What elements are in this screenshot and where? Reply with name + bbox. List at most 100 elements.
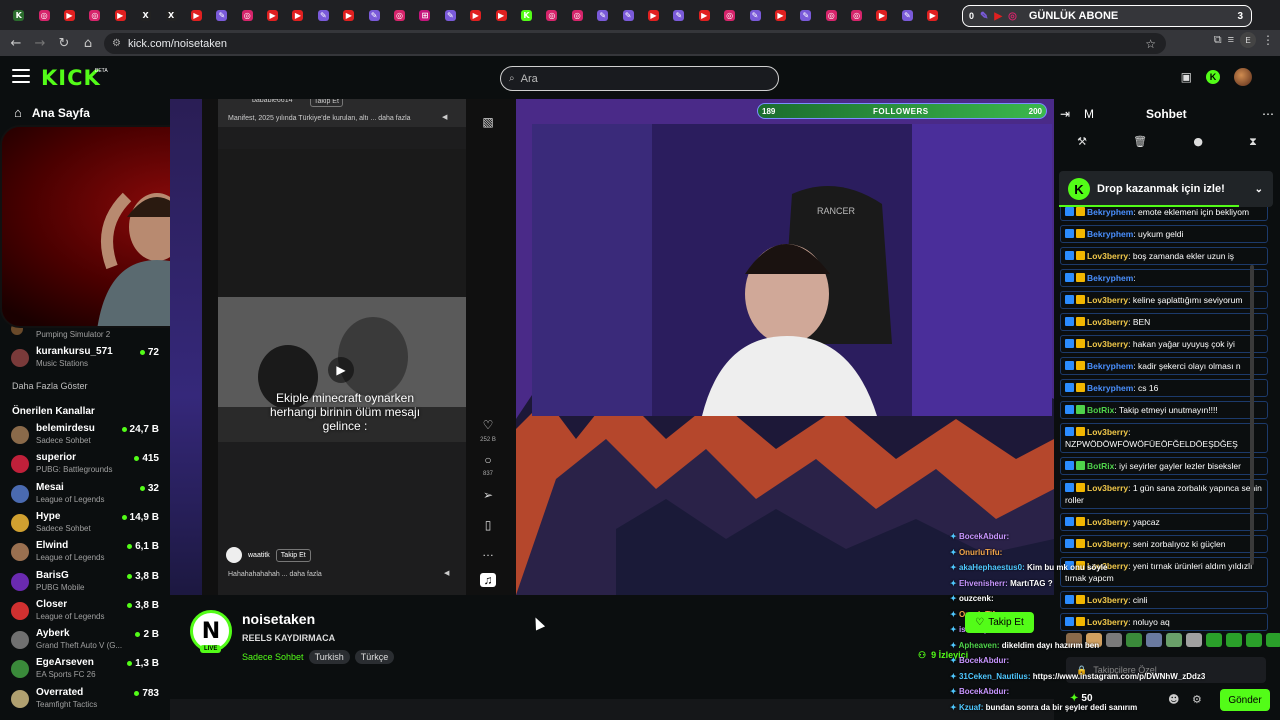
hourglass-icon[interactable]: ⧗ [1249, 135, 1257, 153]
trash-icon[interactable]: 🗑 [1133, 135, 1147, 153]
recommended-channel[interactable]: belemirdesu Sadece Sohbet 24,7 B [11, 423, 163, 451]
browser-tab[interactable]: ◎ [387, 0, 412, 30]
chat-user[interactable]: akaHephaestus0: [959, 563, 1025, 572]
browser-tab[interactable]: ✎ [590, 0, 615, 30]
chat-user[interactable]: Lov3berry [1087, 317, 1128, 327]
show-more-link[interactable]: Daha Fazla Göster [12, 381, 88, 391]
chat-bubble-icon[interactable]: ● [1193, 135, 1203, 153]
browser-tab[interactable]: ◎ [844, 0, 869, 30]
chat-user[interactable]: Lov3berry [1087, 517, 1128, 527]
browser-tab[interactable]: ▶ [920, 0, 945, 30]
chat-user[interactable]: Bekryphem [1087, 207, 1133, 217]
hammer-icon[interactable]: ⚒ [1077, 135, 1087, 153]
reel-follow-button[interactable]: Takip Et [310, 99, 343, 107]
more-dots-icon[interactable]: … [480, 545, 496, 559]
browser-tab[interactable]: ▶ [869, 0, 894, 30]
browser-tab[interactable]: ✎ [615, 0, 640, 30]
chat-user[interactable]: Lov3berry [1087, 483, 1128, 493]
follow-button[interactable]: ♡ Takip Et [965, 612, 1034, 633]
chat-user[interactable]: Kzuaf: [959, 703, 983, 712]
recommended-channel[interactable]: Mesai League of Legends 32 [11, 482, 163, 510]
settings-icon[interactable]: ⚙ [1192, 693, 1202, 706]
recommended-channel[interactable]: EgeArseven EA Sports FC 26 1,3 B [11, 657, 163, 685]
site-info-icon[interactable]: ⚙ [112, 38, 121, 49]
browser-tab[interactable]: ✎ [209, 0, 234, 30]
chat-user[interactable]: Lov3berry [1087, 427, 1128, 437]
browser-tab[interactable]: ✎ [793, 0, 818, 30]
recommended-channel[interactable]: Hype Sadece Sohbet 14,9 B [11, 511, 163, 539]
volume-icon[interactable]: ◀ [442, 113, 447, 121]
play-icon[interactable]: ▶ [328, 357, 354, 383]
browser-tab[interactable]: ▶ [260, 0, 285, 30]
chat-user[interactable]: BocekAbdur: [959, 656, 1009, 665]
collapse-chat-icon[interactable]: ⇥ [1060, 107, 1070, 121]
followed-channel[interactable]: kurankursu_571 Music Stations 72 [11, 346, 163, 374]
chat-user[interactable]: Ehvenisherr: [959, 579, 1008, 588]
browser-tab[interactable]: X [133, 0, 158, 30]
recommended-channel[interactable]: Ayberk Grand Theft Auto V (G... 2 B [11, 628, 163, 656]
bookmark-star-icon[interactable]: ☆ [1145, 37, 1156, 51]
url-bar[interactable]: ⚙ kick.com/noisetaken ☆ [104, 33, 1166, 54]
rewards-icon[interactable]: ▣ [1181, 70, 1192, 84]
chevron-down-icon[interactable]: ⌄ [1255, 184, 1263, 195]
browser-tab[interactable]: ▶ [57, 0, 82, 30]
active-tab[interactable]: 0 ✎ ▶ ◎ GÜNLÜK ABONE 3 [962, 5, 1252, 27]
browser-tab[interactable]: ◎ [819, 0, 844, 30]
kick-points-icon[interactable]: K [1206, 70, 1220, 84]
browser-tab[interactable]: ▶ [108, 0, 133, 30]
chat-user[interactable]: Bekryphem [1087, 383, 1133, 393]
browser-tab[interactable]: ✎ [311, 0, 336, 30]
stream-category[interactable]: Sadece Sohbet [242, 652, 304, 662]
chat-user[interactable]: BotRix [1087, 405, 1114, 415]
drop-banner[interactable]: K Drop kazanmak için izle! ⌄ [1059, 171, 1273, 207]
recommended-channel[interactable]: Closer League of Legends 3,8 B [11, 599, 163, 627]
browser-tab[interactable]: ▶ [184, 0, 209, 30]
search-input[interactable]: ⌕ Ara [500, 66, 779, 91]
channel-name[interactable]: noisetaken [242, 611, 315, 627]
browser-tab[interactable]: ◎ [235, 0, 260, 30]
browser-tab[interactable]: ▶ [641, 0, 666, 30]
browser-tab[interactable]: ▶ [692, 0, 717, 30]
reels-icon[interactable]: ▧ [480, 115, 496, 129]
volume-icon[interactable]: ◀ [444, 569, 449, 577]
chat-user[interactable]: Lov3berry [1087, 295, 1128, 305]
chat-scrollbar[interactable] [1250, 265, 1254, 565]
sidebar-item-home[interactable]: ⌂ Ana Sayfa [14, 105, 90, 120]
chat-user[interactable]: BocekAbdur: [959, 532, 1009, 541]
media-icon[interactable]: ≡ [1228, 34, 1234, 46]
chat-user[interactable]: OnurluTifu: [959, 548, 1002, 557]
emote-icon[interactable] [1206, 633, 1222, 647]
browser-tab[interactable]: ⊞ [412, 0, 437, 30]
tag[interactable]: Türkçe [354, 650, 395, 664]
share-icon[interactable]: ➢ [480, 488, 496, 502]
browser-tab[interactable]: ◎ [82, 0, 107, 30]
browser-tab[interactable]: K [514, 0, 539, 30]
browser-tab[interactable]: ▶ [463, 0, 488, 30]
browser-tab[interactable]: ◎ [539, 0, 564, 30]
browser-tab[interactable]: ▶ [768, 0, 793, 30]
chat-menu-icon[interactable]: ⋯ [1262, 107, 1274, 121]
extensions-icon[interactable]: ⧉ [1214, 34, 1222, 47]
chat-user[interactable]: Apheaven: [959, 641, 1000, 650]
heart-icon[interactable]: ♡ [480, 418, 496, 432]
tag[interactable]: Turkish [308, 650, 350, 664]
browser-tab[interactable]: ▶ [336, 0, 361, 30]
browser-tab[interactable]: ✎ [361, 0, 386, 30]
recommended-channel[interactable]: BarisG PUBG Mobile 3,8 B [11, 570, 163, 598]
emote-icon[interactable] [1226, 633, 1242, 647]
bookmark-icon[interactable]: ▯ [480, 518, 496, 532]
chat-user[interactable]: BocekAbdur: [959, 687, 1009, 696]
browser-tab[interactable]: ▶ [488, 0, 513, 30]
recommended-channel[interactable]: superior PUBG: Battlegrounds 415 [11, 452, 163, 480]
chat-user[interactable]: Bekryphem [1087, 229, 1133, 239]
chat-user[interactable]: ouzcenk: [959, 594, 994, 603]
recommended-channel[interactable]: Elwind League of Legends 6,1 B [11, 540, 163, 568]
browser-tab[interactable]: ◎ [565, 0, 590, 30]
comment-icon[interactable]: ○ [480, 453, 496, 467]
browser-tab[interactable]: ✎ [742, 0, 767, 30]
browser-tab[interactable]: ✎ [438, 0, 463, 30]
reload-icon[interactable]: ↻ [52, 31, 76, 55]
chat-user[interactable]: Bekryphem [1087, 361, 1133, 371]
browser-tab[interactable]: K [6, 0, 31, 30]
hamburger-menu-icon[interactable] [12, 69, 30, 85]
